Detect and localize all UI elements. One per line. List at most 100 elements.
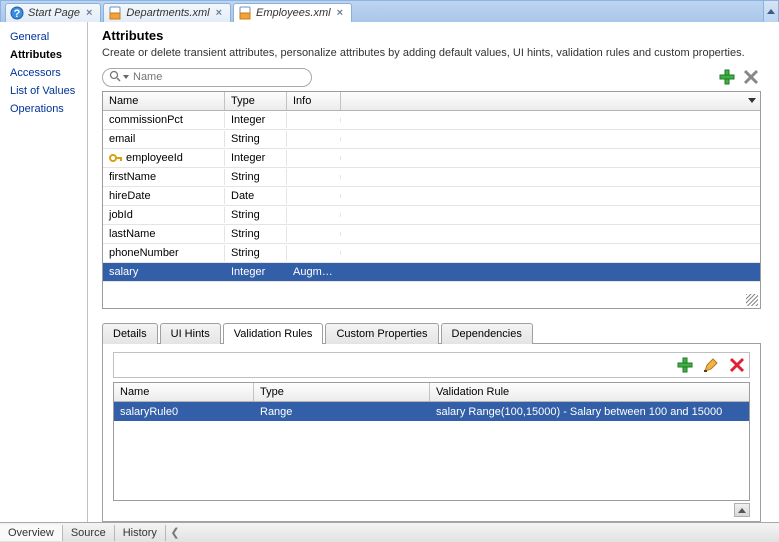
- cell-info: [287, 213, 341, 217]
- validation-rules-panel: Name Type Validation Rule salaryRule0Ran…: [102, 344, 761, 522]
- close-icon[interactable]: ×: [84, 7, 94, 19]
- table-row[interactable]: salaryIntegerAugmen...: [103, 263, 760, 282]
- doc-tab-start-page[interactable]: ? Start Page ×: [5, 3, 101, 23]
- panel-scroll-up-button[interactable]: [734, 503, 750, 517]
- cell-rule-text: salary Range(100,15000) - Salary between…: [430, 404, 749, 420]
- close-icon[interactable]: ×: [214, 7, 224, 19]
- cell-type: String: [225, 245, 287, 261]
- cell-info: [287, 194, 341, 198]
- table-row[interactable]: jobIdString: [103, 206, 760, 225]
- attributes-grid: Name Type Info commissionPctIntegeremail…: [102, 91, 761, 309]
- close-icon[interactable]: ×: [335, 7, 345, 19]
- delete-attribute-button[interactable]: [741, 67, 761, 87]
- cell-name: lastName: [103, 226, 225, 242]
- subtab-validation-rules[interactable]: Validation Rules: [223, 323, 324, 344]
- doc-tab-employees[interactable]: Employees.xml ×: [233, 3, 352, 23]
- sidebar-item-attributes[interactable]: Attributes: [0, 46, 87, 64]
- detail-subtabs: Details UI Hints Validation Rules Custom…: [102, 323, 761, 344]
- cell-rule-type: Range: [254, 404, 430, 420]
- tabs-scroll-left-icon[interactable]: ❮: [168, 526, 182, 540]
- attributes-toolbar: [102, 67, 761, 87]
- doc-tab-label: Start Page: [28, 7, 80, 19]
- cell-name: phoneNumber: [103, 245, 225, 261]
- view-tabs-bar: Overview Source History ❮: [0, 522, 779, 542]
- svg-text:?: ?: [14, 8, 21, 20]
- rule-row[interactable]: salaryRule0Rangesalary Range(100,15000) …: [114, 402, 749, 421]
- search-icon: [109, 70, 121, 85]
- table-row[interactable]: firstNameString: [103, 168, 760, 187]
- cell-info: [287, 156, 341, 160]
- sidebar-item-accessors[interactable]: Accessors: [0, 64, 87, 82]
- column-menu-icon[interactable]: [748, 98, 756, 103]
- subtab-details[interactable]: Details: [102, 323, 158, 344]
- search-input[interactable]: [133, 71, 305, 83]
- table-row[interactable]: commissionPctInteger: [103, 111, 760, 130]
- cell-type: String: [225, 169, 287, 185]
- cell-info: [287, 118, 341, 122]
- add-rule-button[interactable]: [675, 355, 695, 375]
- col-header-spacer: [341, 92, 760, 110]
- cell-info: Augmen...: [287, 264, 341, 280]
- info-circle-icon: ?: [10, 6, 24, 20]
- sidebar-item-operations[interactable]: Operations: [0, 100, 87, 118]
- grid-header-row: Name Type Info: [103, 92, 760, 111]
- grid-body[interactable]: commissionPctIntegeremailStringemployeeI…: [103, 111, 760, 306]
- key-icon: [109, 153, 123, 163]
- rules-grid: Name Type Validation Rule salaryRule0Ran…: [113, 382, 750, 501]
- xml-doc-icon: [108, 6, 122, 20]
- sidebar-item-general[interactable]: General: [0, 28, 87, 46]
- sidebar-item-list-of-values[interactable]: List of Values: [0, 82, 87, 100]
- doc-tab-label: Departments.xml: [126, 7, 209, 19]
- table-row[interactable]: employeeIdInteger: [103, 149, 760, 168]
- rules-toolbar: [113, 352, 750, 378]
- cell-name: commissionPct: [103, 112, 225, 128]
- page-description: Create or delete transient attributes, p…: [102, 47, 761, 59]
- rules-grid-body[interactable]: salaryRule0Rangesalary Range(100,15000) …: [114, 402, 749, 500]
- doc-tab-departments[interactable]: Departments.xml ×: [103, 3, 231, 23]
- rules-col-rule[interactable]: Validation Rule: [430, 383, 749, 401]
- doc-tab-label: Employees.xml: [256, 7, 331, 19]
- cell-rule-name: salaryRule0: [114, 404, 254, 420]
- edit-rule-button[interactable]: [701, 355, 721, 375]
- cell-name: email: [103, 131, 225, 147]
- add-attribute-button[interactable]: [717, 67, 737, 87]
- cell-name: employeeId: [103, 150, 225, 166]
- cell-info: [287, 175, 341, 179]
- cell-type: String: [225, 131, 287, 147]
- cell-info: [287, 232, 341, 236]
- subtab-ui-hints[interactable]: UI Hints: [160, 323, 221, 344]
- table-row[interactable]: hireDateDate: [103, 187, 760, 206]
- view-tab-source[interactable]: Source: [63, 525, 115, 541]
- delete-rule-button[interactable]: [727, 355, 747, 375]
- search-options-dropdown-icon[interactable]: [123, 75, 129, 79]
- cell-name: firstName: [103, 169, 225, 185]
- page-title: Attributes: [102, 28, 761, 43]
- view-tab-overview[interactable]: Overview: [0, 525, 63, 541]
- subtab-dependencies[interactable]: Dependencies: [441, 323, 533, 344]
- table-row[interactable]: phoneNumberString: [103, 244, 760, 263]
- table-row[interactable]: emailString: [103, 130, 760, 149]
- cell-info: [287, 251, 341, 255]
- view-tab-history[interactable]: History: [115, 525, 166, 541]
- rules-col-name[interactable]: Name: [114, 383, 254, 401]
- document-tabs-bar: ? Start Page × Departments.xml × Employe…: [1, 1, 778, 23]
- cell-name: jobId: [103, 207, 225, 223]
- scroll-up-button[interactable]: [763, 1, 778, 22]
- cell-info: [287, 137, 341, 141]
- rules-col-type[interactable]: Type: [254, 383, 430, 401]
- col-header-name[interactable]: Name: [103, 92, 225, 110]
- section-sidebar: General Attributes Accessors List of Val…: [0, 22, 88, 522]
- cell-type: Date: [225, 188, 287, 204]
- subtab-custom-properties[interactable]: Custom Properties: [325, 323, 438, 344]
- cell-type: String: [225, 226, 287, 242]
- cell-name: hireDate: [103, 188, 225, 204]
- cell-type: String: [225, 207, 287, 223]
- xml-doc-icon: [238, 6, 252, 20]
- resize-grip[interactable]: [746, 294, 758, 306]
- search-input-wrapper[interactable]: [102, 68, 312, 87]
- col-header-type[interactable]: Type: [225, 92, 287, 110]
- main-panel: Attributes Create or delete transient at…: [88, 22, 779, 522]
- table-row[interactable]: lastNameString: [103, 225, 760, 244]
- cell-name: salary: [103, 264, 225, 280]
- col-header-info[interactable]: Info: [287, 92, 341, 110]
